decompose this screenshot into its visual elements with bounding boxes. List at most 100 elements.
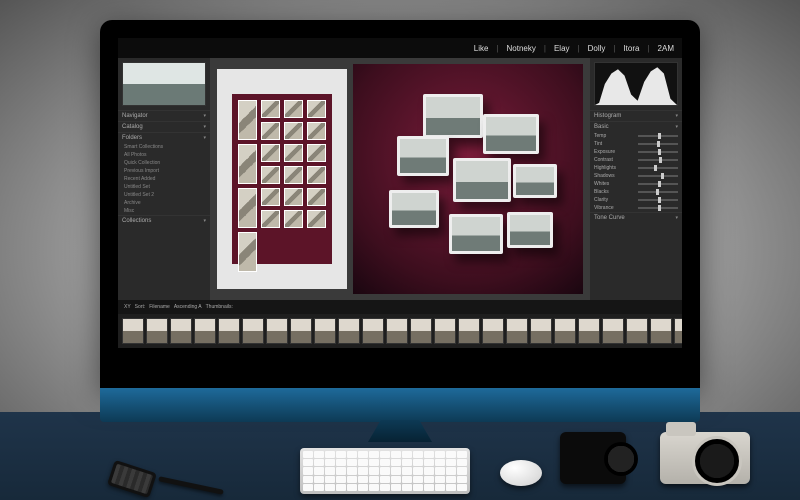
nav-item-2[interactable]: Elay [554,44,570,53]
slider-clarity[interactable]: Clarity [590,196,682,204]
filmstrip-thumb[interactable] [314,318,336,344]
slider-vibrance[interactable]: Vibrance [590,204,682,212]
filmstrip-thumb[interactable] [410,318,432,344]
section-collections[interactable]: Collections ▾ [118,215,210,226]
filmstrip-thumb[interactable] [338,318,360,344]
slider-track[interactable] [638,151,678,153]
slider-thumb[interactable] [657,141,660,147]
slider-track[interactable] [638,175,678,177]
slider-whites[interactable]: Whites [590,180,682,188]
filmstrip-thumb[interactable] [674,318,682,344]
section-tonecurve[interactable]: Tone Curve ▾ [590,212,682,223]
section-histogram[interactable]: Histogram ▾ [590,110,682,121]
subitem[interactable]: Smart Collections [118,143,210,151]
slider-thumb[interactable] [654,165,657,171]
subitem[interactable]: All Photos [118,151,210,159]
module-nav: Like| Notneky| Elay| Dolly| Itora| 2AM [118,38,682,58]
toolbar-item[interactable]: Filename [149,304,170,310]
filmstrip-thumb[interactable] [602,318,624,344]
toolbar-item[interactable]: Ascending A [174,304,202,310]
slider-track[interactable] [638,135,678,137]
slider-temp[interactable]: Temp [590,132,682,140]
slider-track[interactable] [638,207,678,209]
section-catalog[interactable]: Catalog ▾ [118,121,210,132]
nav-item-3[interactable]: Dolly [588,44,606,53]
slider-thumb[interactable] [658,205,661,211]
slider-thumb[interactable] [661,173,664,179]
slider-tint[interactable]: Tint [590,140,682,148]
nav-item-0[interactable]: Like [474,44,489,53]
filmstrip-thumb[interactable] [170,318,192,344]
nav-item-1[interactable]: Notneky [507,44,536,53]
slider-shadows[interactable]: Shadows [590,172,682,180]
slider-thumb[interactable] [658,181,661,187]
navigator-preview[interactable] [122,62,206,106]
nav-item-4[interactable]: Itora [623,44,639,53]
section-label: Collections [122,218,151,224]
canvas[interactable] [210,58,590,300]
filmstrip-thumb[interactable] [242,318,264,344]
slider-label: Tint [594,141,638,147]
filmstrip-thumb[interactable] [578,318,600,344]
collage-photo [307,166,326,184]
section-folders[interactable]: Folders ▾ [118,132,210,143]
app-window: Like| Notneky| Elay| Dolly| Itora| 2AM N… [118,38,682,348]
subitem[interactable]: Archive [118,199,210,207]
toolbar: XY Sort: Filename Ascending A Thumbnails… [118,300,682,314]
slider-thumb[interactable] [659,157,662,163]
slider-thumb[interactable] [656,189,659,195]
slider-track[interactable] [638,167,678,169]
filmstrip-thumb[interactable] [506,318,528,344]
document-left[interactable] [217,69,347,289]
filmstrip-thumb[interactable] [482,318,504,344]
main-area: Navigator ▾ Catalog ▾ Folders ▾ Smart Co… [118,58,682,300]
filmstrip-thumb[interactable] [122,318,144,344]
slider-thumb[interactable] [658,149,661,155]
histogram[interactable] [594,62,678,106]
slider-exposure[interactable]: Exposure [590,148,682,156]
filmstrip-thumb[interactable] [554,318,576,344]
filmstrip-thumb[interactable] [458,318,480,344]
subitem[interactable]: Recent Added [118,175,210,183]
subitem[interactable]: Untitled Set [118,183,210,191]
slider-thumb[interactable] [658,133,661,139]
document-right[interactable] [353,64,583,294]
section-basic[interactable]: Basic ▾ [590,121,682,132]
subitem[interactable]: Quick Collection [118,159,210,167]
slider-track[interactable] [638,183,678,185]
slider-track[interactable] [638,143,678,145]
subitem[interactable]: Previous Import [118,167,210,175]
filmstrip-thumb[interactable] [650,318,672,344]
photo-frame [513,164,557,198]
slider-contrast[interactable]: Contrast [590,156,682,164]
slider-thumb[interactable] [658,197,661,203]
collage-photo [307,122,326,140]
section-navigator[interactable]: Navigator ▾ [118,110,210,121]
filmstrip-thumb[interactable] [386,318,408,344]
filmstrip-thumb[interactable] [290,318,312,344]
subitem[interactable]: Misc [118,207,210,215]
filmstrip-thumb[interactable] [266,318,288,344]
filmstrip-thumb[interactable] [626,318,648,344]
slider-blacks[interactable]: Blacks [590,188,682,196]
slider-highlights[interactable]: Highlights [590,164,682,172]
slider-track[interactable] [638,199,678,201]
filmstrip-thumb[interactable] [530,318,552,344]
slider-label: Vibrance [594,205,638,211]
slider-label: Temp [594,133,638,139]
toolbar-item: Thumbnails: [206,304,233,310]
toolbar-item[interactable]: XY [124,304,131,310]
collage-photo [261,166,280,184]
filmstrip-thumb[interactable] [362,318,384,344]
subitem[interactable]: Untitled Set 2 [118,191,210,199]
section-label: Folders [122,135,142,141]
filmstrip-thumb[interactable] [194,318,216,344]
slider-track[interactable] [638,191,678,193]
filmstrip-thumb[interactable] [434,318,456,344]
filmstrip-thumb[interactable] [218,318,240,344]
filmstrip[interactable] [118,314,682,348]
nav-item-5[interactable]: 2AM [658,44,674,53]
right-panel: Histogram ▾ Basic ▾ Temp TintExposureCont… [590,58,682,300]
slider-track[interactable] [638,159,678,161]
filmstrip-thumb[interactable] [146,318,168,344]
